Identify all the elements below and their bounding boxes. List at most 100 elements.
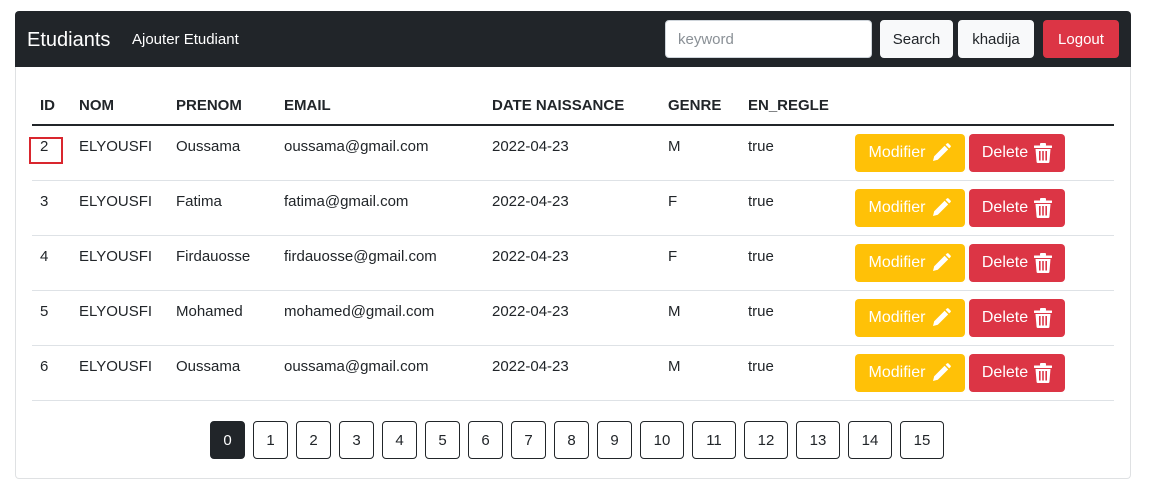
cell-genre: M (668, 303, 681, 320)
modifier-label: Modifier (868, 199, 926, 216)
add-student-link[interactable]: Ajouter Etudiant (132, 31, 239, 49)
navbar: Etudiants Ajouter Etudiant Search khadij… (15, 11, 1131, 67)
delete-button[interactable]: Delete (969, 244, 1065, 282)
modifier-label: Modifier (868, 144, 926, 161)
trash-icon (1034, 363, 1053, 383)
cell-en-regle: true (748, 138, 774, 155)
delete-label: Delete (981, 364, 1029, 381)
page-button-5[interactable]: 5 (425, 421, 460, 459)
cell-nom: ELYOUSFI (79, 303, 153, 320)
cell-nom: ELYOUSFI (79, 193, 153, 210)
cell-genre: F (668, 193, 678, 210)
row-divider (32, 235, 1114, 236)
search-button[interactable]: Search (880, 20, 953, 58)
modifier-label: Modifier (868, 254, 926, 271)
delete-button[interactable]: Delete (969, 134, 1065, 172)
cell-genre: F (668, 248, 678, 265)
pencil-icon (933, 308, 952, 326)
modifier-button[interactable]: Modifier (855, 134, 965, 172)
page-button-11[interactable]: 11 (692, 421, 736, 459)
page-button-0[interactable]: 0 (210, 421, 245, 459)
modifier-button[interactable]: Modifier (855, 299, 965, 337)
cell-date-naissance: 2022-04-23 (492, 358, 569, 375)
cell-en-regle: true (748, 248, 774, 265)
cell-date-naissance: 2022-04-23 (492, 303, 569, 320)
delete-label: Delete (981, 309, 1029, 326)
cell-date-naissance: 2022-04-23 (492, 138, 569, 155)
search-input[interactable] (665, 20, 872, 58)
pencil-icon (933, 143, 952, 161)
modifier-button[interactable]: Modifier (855, 354, 965, 392)
row-divider (32, 290, 1114, 291)
trash-icon (1034, 198, 1053, 218)
cell-email: oussama@gmail.com (284, 138, 429, 155)
modifier-button[interactable]: Modifier (855, 244, 965, 282)
header-en-regle: EN_REGLE (748, 97, 829, 114)
page-button-13[interactable]: 13 (796, 421, 840, 459)
delete-button[interactable]: Delete (969, 299, 1065, 337)
delete-button[interactable]: Delete (969, 354, 1065, 392)
cell-email: fatima@gmail.com (284, 193, 409, 210)
header-date-naissance: DATE NAISSANCE (492, 97, 625, 114)
user-button[interactable]: khadija (958, 20, 1034, 58)
page-button-1[interactable]: 1 (253, 421, 288, 459)
cell-en-regle: true (748, 303, 774, 320)
pencil-icon (933, 198, 952, 216)
cell-prenom: Firdauosse (176, 248, 251, 265)
page-button-9[interactable]: 9 (597, 421, 632, 459)
page-button-2[interactable]: 2 (296, 421, 331, 459)
cell-prenom: Fatima (176, 193, 222, 210)
selection-highlight (29, 137, 63, 164)
cell-nom: ELYOUSFI (79, 138, 153, 155)
cell-id: 3 (40, 193, 49, 210)
row-divider (32, 400, 1114, 401)
header-prenom: PRENOM (176, 97, 242, 114)
cell-nom: ELYOUSFI (79, 358, 153, 375)
page-button-3[interactable]: 3 (339, 421, 374, 459)
header-genre: GENRE (668, 97, 722, 114)
trash-icon (1034, 308, 1053, 328)
page-button-6[interactable]: 6 (468, 421, 503, 459)
modifier-button[interactable]: Modifier (855, 189, 965, 227)
page-button-14[interactable]: 14 (848, 421, 892, 459)
cell-prenom: Oussama (176, 138, 241, 155)
trash-icon (1034, 143, 1053, 163)
cell-id: 5 (40, 303, 49, 320)
page-button-15[interactable]: 15 (900, 421, 944, 459)
cell-nom: ELYOUSFI (79, 248, 153, 265)
page-button-10[interactable]: 10 (640, 421, 684, 459)
cell-id: 6 (40, 358, 49, 375)
modifier-label: Modifier (868, 309, 926, 326)
row-divider (32, 180, 1114, 181)
pencil-icon (933, 253, 952, 271)
page-button-7[interactable]: 7 (511, 421, 546, 459)
delete-button[interactable]: Delete (969, 189, 1065, 227)
cell-date-naissance: 2022-04-23 (492, 248, 569, 265)
header-email: EMAIL (284, 97, 331, 114)
cell-email: mohamed@gmail.com (284, 303, 435, 320)
page-button-12[interactable]: 12 (744, 421, 788, 459)
header-divider (32, 124, 1114, 126)
cell-genre: M (668, 358, 681, 375)
cell-email: oussama@gmail.com (284, 358, 429, 375)
cell-email: firdauosse@gmail.com (284, 248, 437, 265)
cell-date-naissance: 2022-04-23 (492, 193, 569, 210)
delete-label: Delete (981, 254, 1029, 271)
cell-id: 4 (40, 248, 49, 265)
header-id: ID (40, 97, 55, 114)
cell-prenom: Oussama (176, 358, 241, 375)
delete-label: Delete (981, 144, 1029, 161)
trash-icon (1034, 253, 1053, 273)
page-button-8[interactable]: 8 (554, 421, 589, 459)
navbar-brand[interactable]: Etudiants (27, 28, 110, 52)
page-button-4[interactable]: 4 (382, 421, 417, 459)
logout-button[interactable]: Logout (1043, 20, 1119, 58)
cell-prenom: Mohamed (176, 303, 243, 320)
cell-en-regle: true (748, 193, 774, 210)
delete-label: Delete (981, 199, 1029, 216)
row-divider (32, 345, 1114, 346)
cell-en-regle: true (748, 358, 774, 375)
pencil-icon (933, 363, 952, 381)
cell-genre: M (668, 138, 681, 155)
header-nom: NOM (79, 97, 114, 114)
